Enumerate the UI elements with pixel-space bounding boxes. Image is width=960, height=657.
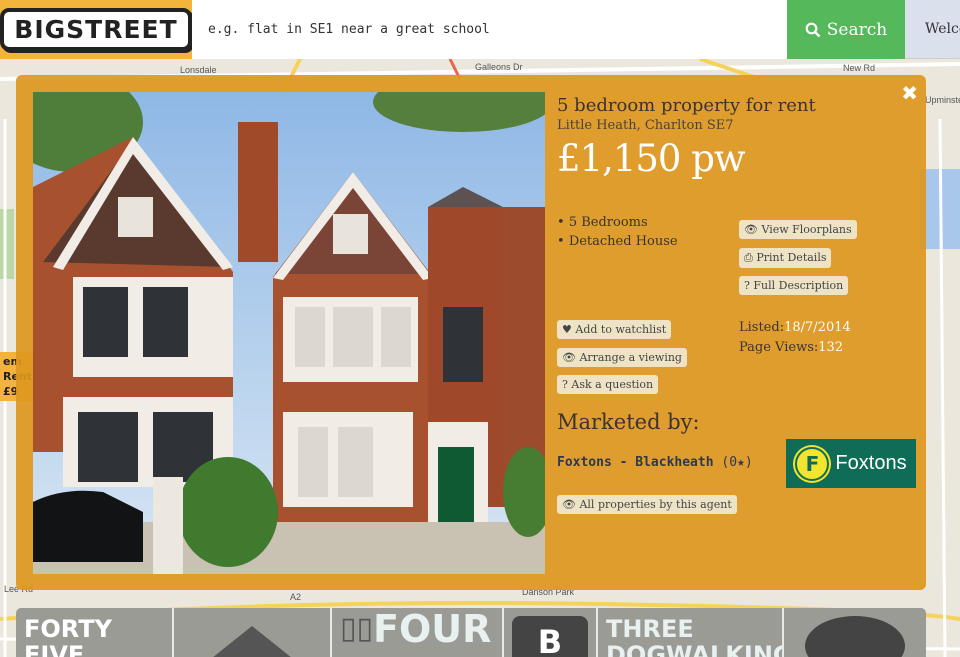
map-label-a2: A2 — [290, 592, 302, 602]
house-image — [33, 92, 545, 574]
feature-bedrooms: 5 Bedrooms — [557, 215, 678, 230]
bigstreet-logo[interactable]: BIGSTREET — [0, 8, 192, 51]
print-details-label: Print Details — [756, 251, 827, 264]
print-icon: ⎙ — [744, 251, 753, 264]
add-to-watchlist-label: Add to watchlist — [575, 323, 667, 336]
property-info: 5 bedroom property for rent Little Heath… — [557, 95, 917, 514]
ad-four[interactable]: ▯▯ FOUR — [332, 608, 504, 657]
heart-icon: ♥ — [562, 323, 572, 336]
property-modal: ✖ 5 bedroom property for rent Little Hea… — [16, 75, 926, 590]
logo-container[interactable]: BIGSTREET — [0, 0, 192, 59]
search-button[interactable]: Search — [787, 0, 905, 59]
all-properties-label: All properties by this agent — [579, 498, 732, 511]
welcome-text[interactable]: Welco — [905, 0, 960, 58]
listed-value: 18/7/2014 — [784, 320, 851, 335]
ad-four-text: FOUR — [373, 608, 492, 651]
full-description-label: Full Description — [753, 279, 844, 292]
listed-date: Listed:18/7/2014 — [739, 320, 851, 335]
property-title: 5 bedroom property for rent — [557, 95, 816, 116]
property-photo[interactable] — [33, 92, 545, 574]
ask-question-label: Ask a question — [571, 378, 654, 391]
ad-b-badge: B — [512, 616, 588, 657]
star-icon: ★) — [737, 455, 753, 470]
ask-question-button[interactable]: ? Ask a question — [557, 375, 659, 394]
marketed-by-heading: Marketed by: — [557, 410, 700, 434]
ad-strip: FORTY FIVE PERCENT ▯▯ FOUR B THREE DOGWA… — [16, 608, 926, 657]
house-icon — [213, 626, 291, 657]
search-icon — [805, 22, 821, 37]
arrange-viewing-button[interactable]: 👁 Arrange a viewing — [557, 348, 687, 367]
view-floorplans-button[interactable]: 👁 View Floorplans — [739, 220, 857, 239]
eye-icon: 👁 — [562, 351, 576, 364]
top-bar: BIGSTREET Search Welco — [0, 0, 960, 59]
foxtons-logo-mark: F — [795, 446, 830, 481]
ad-house[interactable] — [174, 608, 332, 657]
ad-dogwalking[interactable]: THREE DOGWALKING — [598, 608, 784, 657]
map-label-lonsdale: Lonsdale — [180, 65, 217, 75]
feature-list: 5 Bedrooms Detached House — [557, 215, 678, 253]
all-properties-button[interactable]: 👁 All properties by this agent — [557, 495, 737, 514]
ad-forty-five-percent[interactable]: FORTY FIVE PERCENT — [16, 608, 174, 657]
agent-name[interactable]: Foxtons - Blackheath (0★) — [557, 455, 753, 470]
ad-b[interactable]: B — [504, 608, 598, 657]
ad-circle[interactable] — [784, 608, 926, 657]
feature-type: Detached House — [557, 234, 678, 249]
search-button-label: Search — [826, 19, 888, 40]
property-price: £1,150 pw — [557, 137, 746, 180]
map-label-newrd: New Rd — [843, 63, 876, 73]
question-icon: ? — [744, 279, 750, 292]
question-icon: ? — [562, 378, 568, 391]
agent-logo[interactable]: F Foxtons — [786, 439, 916, 488]
eye-icon: 👁 — [562, 498, 576, 511]
pint-glasses-icon: ▯▯ — [340, 611, 374, 646]
search-input[interactable] — [192, 0, 787, 59]
agent-rating: (0★) — [721, 455, 752, 470]
full-description-button[interactable]: ? Full Description — [739, 276, 849, 295]
listed-label: Listed: — [739, 320, 785, 335]
print-details-button[interactable]: ⎙ Print Details — [739, 248, 832, 268]
property-location: Little Heath, Charlton SE7 — [557, 118, 734, 133]
view-floorplans-label: View Floorplans — [761, 223, 852, 236]
map-label-galleons: Galleons Dr — [475, 62, 523, 72]
agent-name-text: Foxtons - Blackheath — [557, 455, 714, 470]
page-views-label: Page Views: — [739, 340, 819, 355]
agent-rating-count: (0 — [721, 455, 738, 470]
map-label-upminster: Upminste — [925, 95, 960, 105]
foxtons-logo-text: Foxtons — [835, 452, 907, 474]
page-views: Page Views:132 — [739, 340, 843, 355]
page-views-value: 132 — [818, 340, 844, 355]
arrange-viewing-label: Arrange a viewing — [579, 351, 682, 364]
add-to-watchlist-button[interactable]: ♥ Add to watchlist — [557, 320, 672, 339]
eye-icon: 👁 — [744, 223, 758, 236]
ad-circle-shape — [805, 616, 905, 657]
